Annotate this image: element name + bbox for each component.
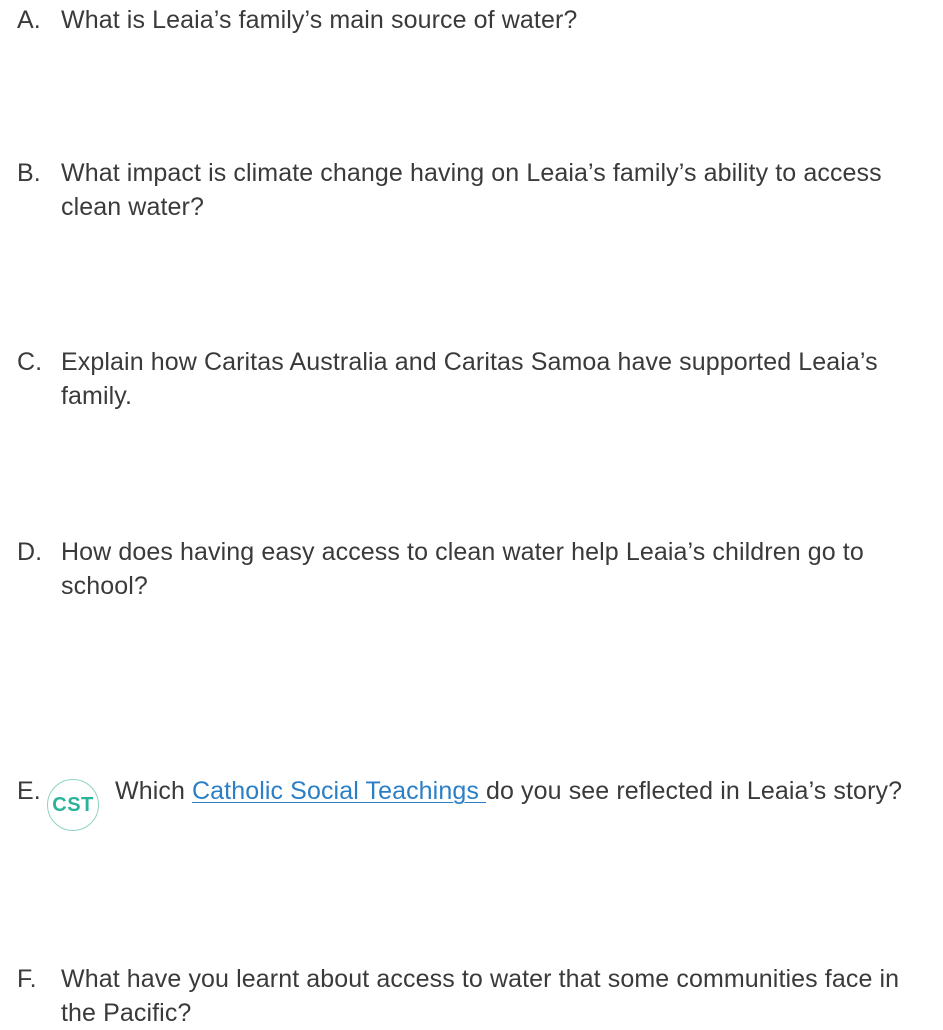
question-text: Which Catholic Social Teachings do you s… xyxy=(115,774,937,808)
question-a: A. What is Leaia’s family’s main source … xyxy=(17,3,937,37)
question-f: F. What have you learnt about access to … xyxy=(17,962,937,1030)
question-text-after-link: do you see reflected in Leaia’s story? xyxy=(486,777,903,805)
cst-badge-icon: CST xyxy=(47,779,99,831)
question-letter: A. xyxy=(17,6,41,34)
question-d: D. How does having easy access to clean … xyxy=(17,535,937,603)
question-letter: D. xyxy=(17,538,43,566)
question-e: E. CST Which Catholic Social Teachings d… xyxy=(17,774,937,831)
question-text-before-link: Which xyxy=(115,777,193,805)
question-letter: E. xyxy=(17,777,41,805)
question-text: What have you learnt about access to wat… xyxy=(61,965,900,1027)
cst-badge-label: CST xyxy=(52,794,94,816)
question-letter: B. xyxy=(17,159,41,187)
question-b: B. What impact is climate change having … xyxy=(17,156,937,224)
question-text: What is Leaia’s family’s main source of … xyxy=(61,6,578,34)
question-text: Explain how Caritas Australia and Carita… xyxy=(61,348,878,410)
question-c: C. Explain how Caritas Australia and Car… xyxy=(17,345,937,413)
question-letter: F. xyxy=(17,965,37,993)
catholic-social-teachings-link[interactable]: Catholic Social Teachings xyxy=(192,777,486,805)
question-text: How does having easy access to clean wat… xyxy=(61,538,864,600)
question-letter: C. xyxy=(17,348,43,376)
question-text: What impact is climate change having on … xyxy=(61,159,882,221)
